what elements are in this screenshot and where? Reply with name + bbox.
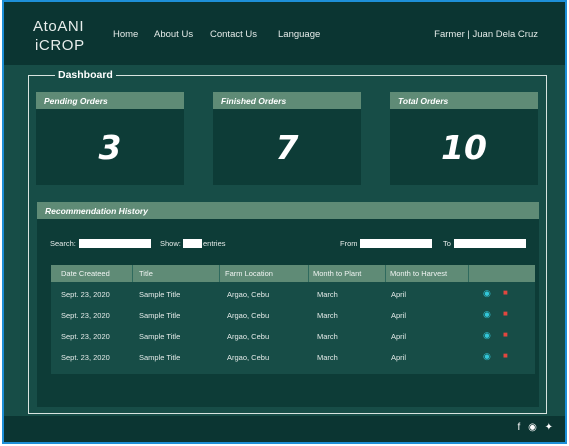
social-links: f ◉ ✦: [513, 422, 553, 433]
cell-location: Argao, Cebu: [227, 353, 270, 362]
cell-plant: March: [317, 290, 338, 299]
cell-date: Sept. 23, 2020: [61, 311, 110, 320]
brand-line-2: iCROP: [35, 37, 85, 54]
cell-harvest: April: [391, 332, 407, 341]
cell-location: Argao, Cebu: [227, 332, 270, 341]
eye-icon[interactable]: ◉: [483, 351, 491, 362]
user-label[interactable]: Farmer | Juan Dela Cruz: [434, 29, 538, 40]
top-navbar: AtoANI iCROP Home About Us Contact Us La…: [4, 2, 565, 65]
cell-title: Sample Title: [139, 332, 181, 341]
card-label: Finished Orders: [213, 92, 361, 109]
card-value: 7: [275, 128, 299, 167]
table-row: Sept. 23, 2020 Sample Title Argao, Cebu …: [51, 324, 535, 345]
cell-date: Sept. 23, 2020: [61, 290, 110, 299]
history-table: Date Createed Title Farm Location Month …: [51, 265, 535, 374]
cell-title: Sample Title: [139, 290, 181, 299]
trash-icon[interactable]: ■: [503, 309, 508, 318]
footer: f ◉ ✦: [4, 416, 565, 442]
eye-icon[interactable]: ◉: [483, 330, 491, 341]
instagram-icon[interactable]: ◉: [528, 422, 537, 433]
table-header: Date Createed Title Farm Location Month …: [51, 265, 535, 282]
search-input[interactable]: [79, 239, 151, 248]
card-label: Total Orders: [390, 92, 538, 109]
col-title[interactable]: Title: [139, 269, 153, 278]
cell-date: Sept. 23, 2020: [61, 353, 110, 362]
cell-plant: March: [317, 332, 338, 341]
cell-plant: March: [317, 311, 338, 320]
nav-home[interactable]: Home: [113, 29, 138, 40]
table-row: Sept. 23, 2020 Sample Title Argao, Cebu …: [51, 282, 535, 303]
entries-label: entries: [203, 239, 226, 248]
card-value: 10: [441, 128, 487, 167]
col-date-created[interactable]: Date Createed: [61, 269, 110, 278]
card-label: Pending Orders: [36, 92, 184, 109]
nav-language[interactable]: Language: [278, 29, 320, 40]
col-month-to-plant[interactable]: Month to Plant: [313, 269, 361, 278]
twitter-icon[interactable]: ✦: [545, 422, 553, 433]
history-title: Recommendation History: [37, 202, 539, 219]
card-finished-orders: Finished Orders 7: [213, 92, 361, 185]
to-date-input[interactable]: [454, 239, 526, 248]
cell-harvest: April: [391, 290, 407, 299]
cell-date: Sept. 23, 2020: [61, 332, 110, 341]
trash-icon[interactable]: ■: [503, 330, 508, 339]
dashboard-title: Dashboard: [55, 69, 116, 81]
table-row: Sept. 23, 2020 Sample Title Argao, Cebu …: [51, 345, 535, 366]
facebook-icon[interactable]: f: [518, 422, 521, 433]
cell-title: Sample Title: [139, 353, 181, 362]
table-row: Sept. 23, 2020 Sample Title Argao, Cebu …: [51, 303, 535, 324]
card-value: 3: [98, 128, 122, 167]
cell-location: Argao, Cebu: [227, 311, 270, 320]
cell-harvest: April: [391, 353, 407, 362]
col-month-to-harvest[interactable]: Month to Harvest: [390, 269, 447, 278]
nav-contact[interactable]: Contact Us: [210, 29, 257, 40]
from-label: From: [340, 239, 358, 248]
card-total-orders: Total Orders 10: [390, 92, 538, 185]
eye-icon[interactable]: ◉: [483, 309, 491, 320]
show-entries-input[interactable]: [183, 239, 202, 248]
app-window: AtoANI iCROP Home About Us Contact Us La…: [2, 0, 567, 444]
cell-title: Sample Title: [139, 311, 181, 320]
cell-harvest: April: [391, 311, 407, 320]
to-label: To: [443, 239, 451, 248]
search-label: Search:: [50, 239, 76, 248]
recommendation-history-panel: Recommendation History Search: Show: ent…: [37, 202, 539, 407]
table-body: Sept. 23, 2020 Sample Title Argao, Cebu …: [51, 282, 535, 374]
brand-line-1: AtoANI: [33, 18, 85, 35]
trash-icon[interactable]: ■: [503, 351, 508, 360]
trash-icon[interactable]: ■: [503, 288, 508, 297]
cell-plant: March: [317, 353, 338, 362]
show-label: Show:: [160, 239, 181, 248]
brand-logo[interactable]: AtoANI iCROP: [33, 17, 85, 55]
nav-about[interactable]: About Us: [154, 29, 193, 40]
from-date-input[interactable]: [360, 239, 432, 248]
cell-location: Argao, Cebu: [227, 290, 270, 299]
col-farm-location[interactable]: Farm Location: [225, 269, 273, 278]
card-pending-orders: Pending Orders 3: [36, 92, 184, 185]
eye-icon[interactable]: ◉: [483, 288, 491, 299]
